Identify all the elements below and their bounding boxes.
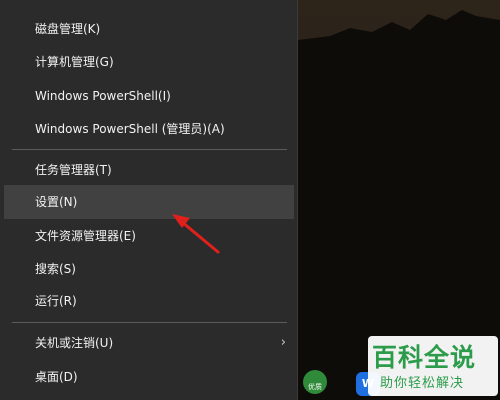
- menu-item-powershell[interactable]: Windows PowerShell(I): [4, 79, 294, 113]
- menu-item-shutdown-signout[interactable]: 关机或注销(U) ›: [4, 326, 294, 360]
- winx-context-menu: 磁盘管理(K) 计算机管理(G) Windows PowerShell(I) W…: [0, 0, 298, 400]
- menu-item-settings[interactable]: 设置(N): [4, 185, 294, 219]
- taskbar-app-icon[interactable]: 优质: [303, 370, 327, 394]
- app-icon-label: 优质: [308, 383, 322, 391]
- menu-item-search[interactable]: 搜索(S): [4, 252, 294, 286]
- screen: 磁盘管理(K) 计算机管理(G) Windows PowerShell(I) W…: [0, 0, 500, 400]
- menu-separator: [12, 322, 287, 323]
- menu-item-file-explorer[interactable]: 文件资源管理器(E): [4, 219, 294, 253]
- menu-item-label: 关机或注销(U): [35, 336, 114, 350]
- watermark-subtitle: 助你轻松解决: [380, 376, 465, 391]
- menu-item-desktop[interactable]: 桌面(D): [4, 360, 294, 394]
- menu-item-task-manager[interactable]: 任务管理器(T): [4, 153, 294, 187]
- watermark-title: 百科全说: [372, 343, 477, 372]
- menu-item-powershell-admin[interactable]: Windows PowerShell (管理员)(A): [4, 112, 294, 146]
- menu-item-disk-management[interactable]: 磁盘管理(K): [4, 12, 294, 46]
- menu-separator: [12, 149, 287, 150]
- watermark-logo: 百科全说 助你轻松解决: [368, 336, 498, 396]
- menu-item-run[interactable]: 运行(R): [4, 284, 294, 318]
- chevron-right-icon: ›: [280, 335, 286, 350]
- menu-item-computer-management[interactable]: 计算机管理(G): [4, 45, 294, 79]
